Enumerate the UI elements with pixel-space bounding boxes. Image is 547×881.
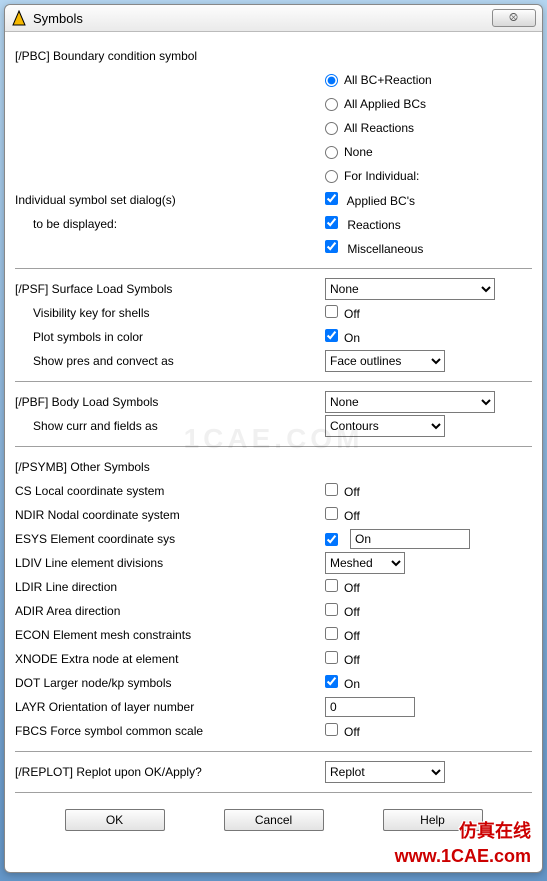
esys-text-input[interactable] bbox=[350, 529, 470, 549]
radio-all-applied-input[interactable] bbox=[325, 98, 338, 111]
radio-all-reactions[interactable]: All Reactions bbox=[15, 116, 532, 140]
psf-pres-select[interactable]: Face outlines bbox=[325, 350, 445, 372]
dot-label: DOT Larger node/kp symbols bbox=[15, 676, 325, 690]
cs-check-input[interactable] bbox=[325, 483, 338, 496]
close-button[interactable]: ⮾ bbox=[492, 9, 536, 27]
xnode-label: XNODE Extra node at element bbox=[15, 652, 325, 666]
check-miscellaneous-input[interactable] bbox=[325, 240, 338, 253]
layr-input[interactable] bbox=[325, 697, 415, 717]
psf-vis-check[interactable]: Off bbox=[325, 305, 360, 321]
econ-check[interactable]: Off bbox=[325, 627, 360, 643]
xnode-check-input[interactable] bbox=[325, 651, 338, 664]
radio-for-individual-input[interactable] bbox=[325, 170, 338, 183]
cs-check[interactable]: Off bbox=[325, 483, 360, 499]
layr-label: LAYR Orientation of layer number bbox=[15, 700, 325, 714]
help-button[interactable]: Help bbox=[383, 809, 483, 831]
divider bbox=[15, 446, 532, 447]
check-reactions-input[interactable] bbox=[325, 216, 338, 229]
divider bbox=[15, 751, 532, 752]
replot-section: [/REPLOT] Replot upon OK/Apply? Replot bbox=[15, 754, 532, 790]
dialog-window: Symbols ⮾ [/PBC] Boundary condition symb… bbox=[4, 4, 543, 873]
psf-vis-label: Visibility key for shells bbox=[15, 306, 325, 320]
dialog-content: [/PBC] Boundary condition symbol All BC+… bbox=[5, 32, 542, 872]
esys-label: ESYS Element coordinate sys bbox=[15, 532, 325, 546]
esys-check-input[interactable] bbox=[325, 533, 338, 546]
radio-for-individual[interactable]: For Individual: bbox=[15, 164, 532, 188]
dot-check[interactable]: On bbox=[325, 675, 360, 691]
app-icon bbox=[11, 10, 27, 26]
divider bbox=[15, 381, 532, 382]
pbf-curr-select[interactable]: Contours bbox=[325, 415, 445, 437]
divider bbox=[15, 268, 532, 269]
ndir-label: NDIR Nodal coordinate system bbox=[15, 508, 325, 522]
fbcs-label: FBCS Force symbol common scale bbox=[15, 724, 325, 738]
pbc-section: [/PBC] Boundary condition symbol All BC+… bbox=[15, 38, 532, 266]
pbf-select[interactable]: None bbox=[325, 391, 495, 413]
adir-check[interactable]: Off bbox=[325, 603, 360, 619]
radio-none[interactable]: None bbox=[15, 140, 532, 164]
ldir-check-input[interactable] bbox=[325, 579, 338, 592]
check-applied-bcs-input[interactable] bbox=[325, 192, 338, 205]
pbc-header: [/PBC] Boundary condition symbol bbox=[15, 49, 325, 63]
psf-select[interactable]: None bbox=[325, 278, 495, 300]
cs-label: CS Local coordinate system bbox=[15, 484, 325, 498]
check-applied-bcs[interactable]: Applied BC's bbox=[325, 192, 415, 208]
titlebar: Symbols ⮾ bbox=[5, 5, 542, 32]
radio-none-input[interactable] bbox=[325, 146, 338, 159]
psymb-header: [/PSYMB] Other Symbols bbox=[15, 460, 325, 474]
psymb-section: [/PSYMB] Other Symbols CS Local coordina… bbox=[15, 449, 532, 749]
window-title: Symbols bbox=[33, 11, 492, 26]
button-bar: OK Cancel Help bbox=[15, 795, 532, 841]
individual-label-2: to be displayed: bbox=[15, 217, 325, 231]
ndir-check-input[interactable] bbox=[325, 507, 338, 520]
ldir-label: LDIR Line direction bbox=[15, 580, 325, 594]
replot-label: [/REPLOT] Replot upon OK/Apply? bbox=[15, 765, 325, 779]
radio-all-applied[interactable]: All Applied BCs bbox=[15, 92, 532, 116]
cancel-button[interactable]: Cancel bbox=[224, 809, 324, 831]
radio-all-bc-reaction-input[interactable] bbox=[325, 74, 338, 87]
psf-col-check-input[interactable] bbox=[325, 329, 338, 342]
radio-all-reactions-input[interactable] bbox=[325, 122, 338, 135]
pbf-section: [/PBF] Body Load Symbols None Show curr … bbox=[15, 384, 532, 444]
fbcs-check[interactable]: Off bbox=[325, 723, 360, 739]
psf-col-label: Plot symbols in color bbox=[15, 330, 325, 344]
pbf-header: [/PBF] Body Load Symbols bbox=[15, 395, 325, 409]
pbf-curr-label: Show curr and fields as bbox=[15, 419, 325, 433]
replot-select[interactable]: Replot bbox=[325, 761, 445, 783]
xnode-check[interactable]: Off bbox=[325, 651, 360, 667]
ldiv-select[interactable]: Meshed bbox=[325, 552, 405, 574]
psf-section: [/PSF] Surface Load Symbols None Visibil… bbox=[15, 271, 532, 379]
fbcs-check-input[interactable] bbox=[325, 723, 338, 736]
individual-label-1: Individual symbol set dialog(s) bbox=[15, 193, 325, 207]
check-reactions[interactable]: Reactions bbox=[325, 216, 401, 232]
econ-check-input[interactable] bbox=[325, 627, 338, 640]
check-miscellaneous[interactable]: Miscellaneous bbox=[325, 240, 423, 256]
psf-vis-check-input[interactable] bbox=[325, 305, 338, 318]
ldiv-label: LDIV Line element divisions bbox=[15, 556, 325, 570]
psf-pres-label: Show pres and convect as bbox=[15, 354, 325, 368]
adir-check-input[interactable] bbox=[325, 603, 338, 616]
ndir-check[interactable]: Off bbox=[325, 507, 360, 523]
adir-label: ADIR Area direction bbox=[15, 604, 325, 618]
dot-check-input[interactable] bbox=[325, 675, 338, 688]
econ-label: ECON Element mesh constraints bbox=[15, 628, 325, 642]
radio-all-bc-reaction[interactable]: All BC+Reaction bbox=[15, 68, 532, 92]
psf-col-check[interactable]: On bbox=[325, 329, 360, 345]
ok-button[interactable]: OK bbox=[65, 809, 165, 831]
ldir-check[interactable]: Off bbox=[325, 579, 360, 595]
psf-header: [/PSF] Surface Load Symbols bbox=[15, 282, 325, 296]
divider bbox=[15, 792, 532, 793]
